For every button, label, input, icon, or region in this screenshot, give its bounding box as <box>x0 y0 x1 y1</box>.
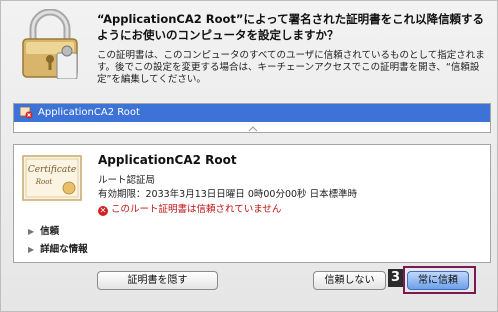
certificate-detail-panel: Certificate Root ApplicationCA2 Root ルート… <box>13 144 491 263</box>
resize-handle-icon[interactable] <box>248 126 258 132</box>
list-item[interactable]: ApplicationCA2 Root <box>14 104 490 122</box>
step-callout-number: 3 <box>388 269 403 287</box>
disclosure-trust-label: 信頼 <box>40 226 60 237</box>
certificate-warning: ✕ このルート証明書は信頼されていません <box>98 201 281 216</box>
certificate-type: ルート認証局 <box>98 175 156 186</box>
dialog-description: この証明書は、このコンピュータのすべてのユーザに信頼されているものとして指定され… <box>97 50 485 85</box>
disclosure-trust[interactable]: ▶ 信頼 <box>28 223 59 237</box>
hide-certificate-button[interactable]: 証明書を隠す <box>97 271 218 290</box>
certificate-name: ApplicationCA2 Root <box>98 153 237 167</box>
certificate-warning-icon <box>20 107 33 119</box>
lock-icon <box>22 9 78 79</box>
do-not-trust-button[interactable]: 信頼しない <box>313 271 386 290</box>
disclosure-triangle-icon: ▶ <box>28 245 35 254</box>
disclosure-details[interactable]: ▶ 詳細な情報 <box>28 241 88 255</box>
disclosure-details-label: 詳細な情報 <box>40 244 88 255</box>
certificate-image-text: Certificate <box>28 165 76 175</box>
dialog-title: “ApplicationCA2 Root”によって署名された証明書をこれ以降信頼… <box>97 12 485 42</box>
certificate-expiry: 有効期限：2033年3月13日日曜日 0時00分00秒 日本標準時 <box>98 189 358 200</box>
disclosure-triangle-icon: ▶ <box>28 227 35 236</box>
always-trust-button[interactable]: 常に信頼 <box>407 271 469 290</box>
certificate-list[interactable]: ApplicationCA2 Root <box>13 103 491 133</box>
certificate-warning-text: このルート証明書は信頼されていません <box>111 204 282 215</box>
list-item-label: ApplicationCA2 Root <box>38 107 140 118</box>
error-icon: ✕ <box>98 206 108 216</box>
certificate-image-icon: Certificate Root <box>22 155 82 201</box>
trust-certificate-dialog: “ApplicationCA2 Root”によって署名された証明書をこれ以降信頼… <box>0 0 498 312</box>
certificate-image-subtext: Root <box>35 178 53 186</box>
